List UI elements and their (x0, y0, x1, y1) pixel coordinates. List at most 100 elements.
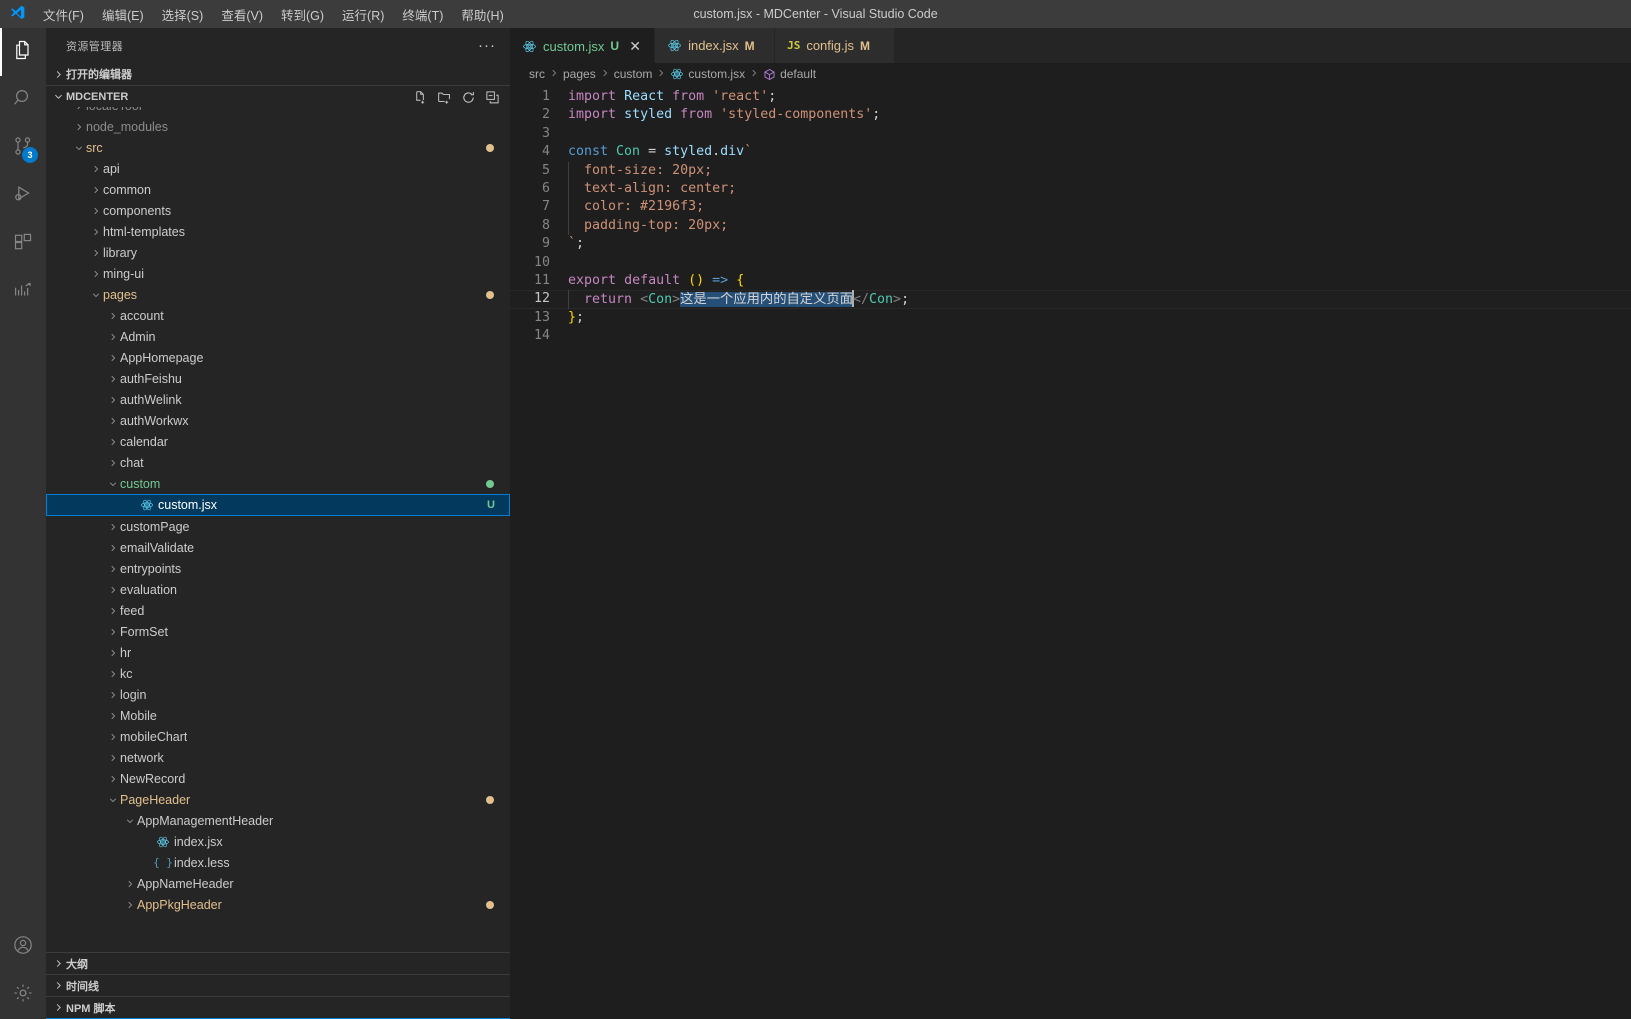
menu-terminal[interactable]: 终端(T) (393, 0, 452, 28)
file-tree-folder[interactable]: chat (46, 452, 510, 473)
file-tree-folder[interactable]: Admin (46, 326, 510, 347)
file-tree-folder[interactable]: pages (46, 284, 510, 305)
activity-search[interactable] (0, 76, 46, 124)
code-line[interactable]: 7 color: #2196f3; (510, 198, 1631, 216)
file-tree-folder[interactable]: authFeishu (46, 368, 510, 389)
file-tree-folder[interactable]: AppManagementHeader (46, 810, 510, 831)
file-tree-folder[interactable]: PageHeader (46, 789, 510, 810)
editor-tab-config-js[interactable]: JS config.js M (775, 28, 896, 63)
code-line[interactable]: 12 return <Con>这是一个应用内的自定义页面</Con>; (510, 289, 1631, 309)
editor-tab-custom-jsx[interactable]: custom.jsx U ✕ (510, 28, 656, 63)
line-text: import React from 'react'; (568, 89, 777, 104)
file-tree-folder[interactable]: account (46, 305, 510, 326)
code-line[interactable]: 6 text-align: center; (510, 180, 1631, 198)
code-line[interactable]: 3 (510, 125, 1631, 143)
file-tree-file[interactable]: index.jsx (46, 831, 510, 852)
file-tree-folder[interactable]: emailValidate (46, 537, 510, 558)
code-line[interactable]: 1 import React from 'react'; (510, 88, 1631, 106)
file-tree-folder[interactable]: components (46, 200, 510, 221)
file-tree-folder[interactable]: AppHomepage (46, 347, 510, 368)
file-tree-folder[interactable]: mobileChart (46, 726, 510, 747)
activity-explorer[interactable] (0, 28, 46, 76)
close-icon[interactable]: ✕ (626, 37, 644, 55)
section-project-root[interactable]: MDCENTER (46, 85, 510, 107)
file-tree-folder[interactable]: feed (46, 600, 510, 621)
file-tree-folder[interactable]: FormSet (46, 621, 510, 642)
file-tree-folder[interactable]: network (46, 747, 510, 768)
sidebar-more-actions-icon[interactable]: ··· (472, 37, 502, 54)
code-editor[interactable]: 1 import React from 'react'; 2 import style… (510, 85, 1631, 1019)
file-tree-folder[interactable]: html-templates (46, 221, 510, 242)
file-tree-folder[interactable]: entrypoints (46, 558, 510, 579)
activity-settings[interactable] (0, 971, 46, 1019)
code-line[interactable]: 8 padding-top: 20px; (510, 217, 1631, 235)
file-tree-folder[interactable]: ming-ui (46, 263, 510, 284)
file-tree-folder[interactable]: localeTool (46, 107, 510, 116)
section-outline-label: 大纲 (66, 958, 88, 971)
code-line[interactable]: 13}; (510, 309, 1631, 327)
file-tree-folder[interactable]: AppPkgHeader (46, 894, 510, 915)
chevron-right-icon (105, 522, 120, 532)
file-tree-scroll[interactable]: localeTool node_modulessrcapi common compon… (46, 107, 510, 952)
file-tree-folder[interactable]: src (46, 137, 510, 158)
menu-file[interactable]: 文件(F) (34, 0, 93, 28)
activity-testing[interactable] (0, 268, 46, 316)
file-tree-folder[interactable]: hr (46, 642, 510, 663)
section-timeline[interactable]: 时间线 (46, 974, 510, 996)
new-file-icon[interactable] (413, 90, 428, 105)
code-line[interactable]: 14 (510, 327, 1631, 345)
activity-account[interactable] (0, 923, 46, 971)
code-line[interactable]: 10 (510, 254, 1631, 272)
menu-edit[interactable]: 编辑(E) (93, 0, 153, 28)
menu-help[interactable]: 帮助(H) (452, 0, 512, 28)
file-tree-folder[interactable]: authWorkwx (46, 410, 510, 431)
activity-source-control[interactable]: 3 (0, 124, 46, 172)
line-number: 9 (541, 236, 550, 252)
file-tree-file[interactable]: { } index.less (46, 852, 510, 873)
code-line[interactable]: 2 import styled from 'styled-components'; (510, 106, 1631, 124)
file-tree-folder[interactable]: Mobile (46, 705, 510, 726)
section-outline[interactable]: 大纲 (46, 952, 510, 974)
file-tree-folder[interactable]: library (46, 242, 510, 263)
file-tree-folder[interactable]: AppNameHeader (46, 873, 510, 894)
breadcrumb-item[interactable]: custom (614, 67, 653, 81)
file-tree-folder[interactable]: calendar (46, 431, 510, 452)
file-tree-folder[interactable]: node_modules (46, 116, 510, 137)
file-tree-folder[interactable]: kc (46, 663, 510, 684)
file-tree-item-selected[interactable]: custom.jsx U (46, 494, 510, 516)
activity-run-debug[interactable] (0, 172, 46, 220)
file-tree-item-label: pages (103, 287, 138, 302)
refresh-icon[interactable] (461, 90, 476, 105)
code-line[interactable]: 11 export default () => { (510, 272, 1631, 290)
less-file-icon: { } (153, 856, 173, 869)
new-folder-icon[interactable] (437, 90, 452, 105)
file-tree-folder[interactable]: login (46, 684, 510, 705)
section-open-editors[interactable]: 打开的编辑器 (46, 63, 510, 85)
breadcrumb-item[interactable]: src (529, 67, 545, 81)
section-npm-scripts[interactable]: NPM 脚本 (46, 996, 510, 1018)
chevron-down-icon (122, 816, 137, 826)
code-line[interactable]: 9 `; (510, 235, 1631, 253)
file-tree-folder[interactable]: custom (46, 473, 510, 494)
file-tree-folder[interactable]: evaluation (46, 579, 510, 600)
menu-view[interactable]: 查看(V) (212, 0, 272, 28)
file-tree-folder[interactable]: common (46, 179, 510, 200)
code-line[interactable]: 5 font-size: 20px; (510, 162, 1631, 180)
breadcrumb-item[interactable]: pages (563, 67, 596, 81)
menu-selection[interactable]: 选择(S) (153, 0, 213, 28)
file-tree-folder[interactable]: authWelink (46, 389, 510, 410)
breadcrumb-item[interactable]: default (763, 67, 816, 81)
file-tree-folder[interactable]: api (46, 158, 510, 179)
menu-run[interactable]: 运行(R) (333, 0, 393, 28)
menu-go[interactable]: 转到(G) (272, 0, 333, 28)
file-tree-folder[interactable]: NewRecord (46, 768, 510, 789)
file-tree-folder[interactable]: customPage (46, 516, 510, 537)
activity-bar: 3 (0, 28, 46, 1019)
file-tree-item-label: html-templates (103, 224, 185, 239)
breadcrumb-item[interactable]: custom.jsx (670, 67, 745, 81)
chevron-right-icon (88, 269, 103, 279)
activity-extensions[interactable] (0, 220, 46, 268)
collapse-all-icon[interactable] (485, 90, 500, 105)
editor-tab-index-jsx[interactable]: index.jsx M (655, 28, 776, 63)
code-line[interactable]: 4 const Con = styled.div` (510, 143, 1631, 161)
